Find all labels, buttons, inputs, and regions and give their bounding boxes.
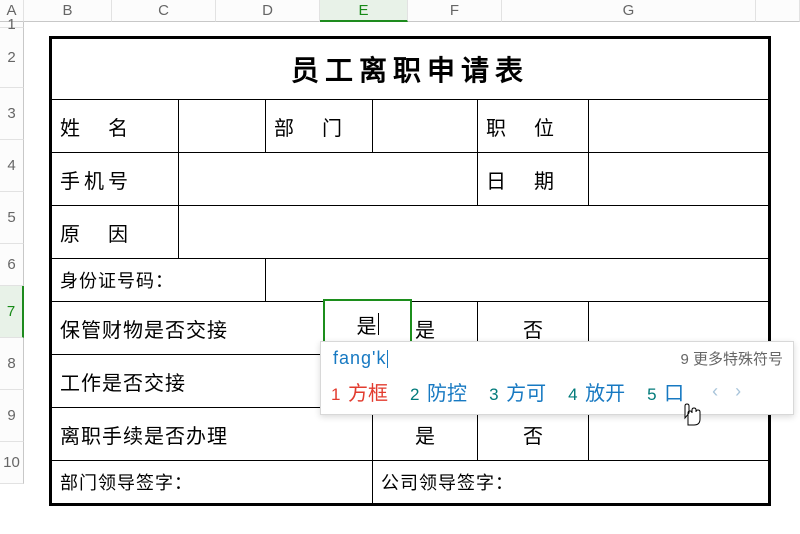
ime-candidate-num: 1 [331, 385, 340, 404]
row-header-10[interactable]: 10 [0, 442, 24, 484]
label-dept: 部 门 [266, 100, 373, 153]
ime-popup: fang'k 9 更多特殊符号 1 方框 2 防控 3 方可 4 放开 5 口 ‹ › [320, 341, 794, 415]
ime-candidate-text: 方框 [342, 383, 388, 405]
column-header-C[interactable]: C [112, 0, 216, 22]
cell-date-value[interactable] [589, 153, 769, 206]
label-reason: 原 因 [52, 206, 179, 259]
column-header-E[interactable]: E [320, 0, 408, 22]
ime-pager[interactable]: ‹ › [712, 381, 747, 402]
label-position: 职 位 [478, 100, 589, 153]
ime-candidate-text: 方可 [501, 383, 547, 405]
row-header-6[interactable]: 6 [0, 244, 24, 286]
ime-candidate-4[interactable]: 4 放开 [568, 377, 625, 406]
spreadsheet-viewport: ABCDEFG 12345678910 员工离职申请表 姓 名 部 门 职 位 … [0, 0, 800, 534]
cursor-pointer-icon [682, 403, 702, 427]
resignation-form: 员工离职申请表 姓 名 部 门 职 位 手机号 日 期 原 因 身份证号码： [49, 36, 771, 506]
label-q3: 离职手续是否办理 [52, 408, 373, 461]
row-header-2[interactable]: 2 [0, 28, 24, 88]
cell-dept-value[interactable] [373, 100, 478, 153]
ime-candidate-num: 2 [410, 385, 419, 404]
label-phone: 手机号 [52, 153, 179, 206]
ime-candidate-text: 口 [659, 383, 685, 405]
ime-input-text: fang'k [333, 348, 386, 368]
column-header-blank[interactable] [756, 0, 800, 22]
ime-candidate-3[interactable]: 3 方可 [489, 377, 546, 406]
ime-candidate-num: 5 [647, 385, 656, 404]
ime-candidate-5[interactable]: 5 口 [647, 377, 684, 406]
column-header-F[interactable]: F [408, 0, 502, 22]
ime-candidate-1[interactable]: 1 方框 [331, 377, 388, 406]
label-date: 日 期 [478, 153, 589, 206]
q3-extra[interactable] [589, 408, 769, 461]
text-caret [378, 313, 379, 335]
cell-name-value[interactable] [179, 100, 266, 153]
cell-idnum-value[interactable] [266, 259, 769, 302]
cell-position-value[interactable] [589, 100, 769, 153]
row-header-3[interactable]: 3 [0, 88, 24, 140]
row-headers: 12345678910 [0, 22, 24, 484]
row-header-5[interactable]: 5 [0, 192, 24, 244]
cell-phone-value[interactable] [179, 153, 478, 206]
column-headers: ABCDEFG [0, 0, 800, 22]
ime-candidates: 1 方框 2 防控 3 方可 4 放开 5 口 ‹ › [331, 377, 783, 406]
column-header-B[interactable]: B [24, 0, 112, 22]
ime-candidate-num: 4 [568, 385, 577, 404]
label-name: 姓 名 [52, 100, 179, 153]
active-cell-text: 是 [357, 310, 377, 339]
ime-caret [387, 350, 388, 368]
ime-candidate-2[interactable]: 2 防控 [410, 377, 467, 406]
cell-reason-value[interactable] [179, 206, 769, 259]
row-header-9[interactable]: 9 [0, 390, 24, 442]
row-header-8[interactable]: 8 [0, 338, 24, 390]
row-header-4[interactable]: 4 [0, 140, 24, 192]
q3-yes[interactable]: 是 [373, 408, 478, 461]
ime-candidate-num: 3 [489, 385, 498, 404]
q3-no[interactable]: 否 [478, 408, 589, 461]
column-header-D[interactable]: D [216, 0, 320, 22]
ime-more-symbols[interactable]: 9 更多特殊符号 [680, 348, 783, 369]
column-header-G[interactable]: G [502, 0, 756, 22]
ime-candidate-text: 防控 [422, 383, 468, 405]
label-idnum: 身份证号码： [52, 259, 266, 302]
row-header-7[interactable]: 7 [0, 286, 24, 338]
ime-candidate-text: 放开 [580, 383, 626, 405]
form-title: 员工离职申请表 [52, 39, 769, 100]
label-sig-company: 公司领导签字： [373, 461, 769, 504]
label-sig-dept: 部门领导签字： [52, 461, 373, 504]
